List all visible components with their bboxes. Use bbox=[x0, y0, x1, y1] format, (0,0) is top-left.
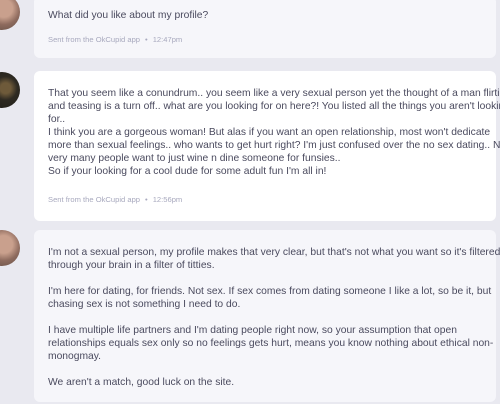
message-line: That you seem like a conundrum.. you see… bbox=[48, 88, 500, 99]
message-line: for.. bbox=[48, 114, 66, 125]
message-line: relationships equals sex only so no feel… bbox=[48, 338, 494, 349]
message-line: I'm not a sexual person, my profile make… bbox=[48, 247, 500, 258]
avatar[interactable] bbox=[0, 230, 20, 266]
message-line: So if your looking for a cool dude for s… bbox=[48, 166, 327, 177]
separator-dot: • bbox=[145, 195, 148, 204]
message-line: chasing sex is not something I need to d… bbox=[48, 299, 241, 310]
message-line: very many people want to just wine n din… bbox=[48, 153, 341, 164]
message-line: We aren't a match, good luck on the site… bbox=[48, 377, 235, 388]
message-paragraph: I'm here for dating, for friends. Not se… bbox=[48, 285, 492, 311]
message-bubble: What did you like about my profile? Sent… bbox=[34, 0, 496, 58]
message-line: I think you are a gorgeous woman! But al… bbox=[48, 127, 491, 138]
message-bubble: That you seem like a conundrum.. you see… bbox=[34, 71, 500, 221]
message-line: monogmay. bbox=[48, 351, 102, 362]
message-line: and teasing is a turn off.. what are you… bbox=[48, 101, 500, 112]
avatar[interactable] bbox=[0, 0, 20, 30]
message-source: Sent from the OkCupid app bbox=[48, 35, 141, 44]
message-meta: Sent from the OkCupid app • 12:56pm bbox=[48, 195, 482, 204]
separator-dot: • bbox=[145, 35, 148, 44]
message-paragraph: I have multiple life partners and I'm da… bbox=[48, 324, 494, 363]
message-timestamp: 12:56pm bbox=[152, 195, 183, 204]
message-text: What did you like about my profile? bbox=[48, 9, 482, 22]
message-paragraph: I'm not a sexual person, my profile make… bbox=[48, 246, 500, 272]
message-text: That you seem like a conundrum.. you see… bbox=[48, 87, 500, 178]
message-meta: Sent from the OkCupid app • 12:47pm bbox=[48, 35, 482, 44]
message-paragraph: We aren't a match, good luck on the site… bbox=[48, 376, 482, 389]
message-line: What did you like about my profile? bbox=[48, 10, 209, 21]
message-line: I'm here for dating, for friends. Not se… bbox=[48, 286, 492, 297]
message-timestamp: 12:47pm bbox=[152, 35, 183, 44]
message-line: more than sexual feelings.. who wants to… bbox=[48, 140, 500, 151]
message-line: through your brain in a filter of tittie… bbox=[48, 260, 215, 271]
message-source: Sent from the OkCupid app bbox=[48, 195, 141, 204]
avatar[interactable] bbox=[0, 72, 20, 108]
message-line: I have multiple life partners and I'm da… bbox=[48, 325, 457, 336]
message-bubble: I'm not a sexual person, my profile make… bbox=[34, 230, 500, 402]
